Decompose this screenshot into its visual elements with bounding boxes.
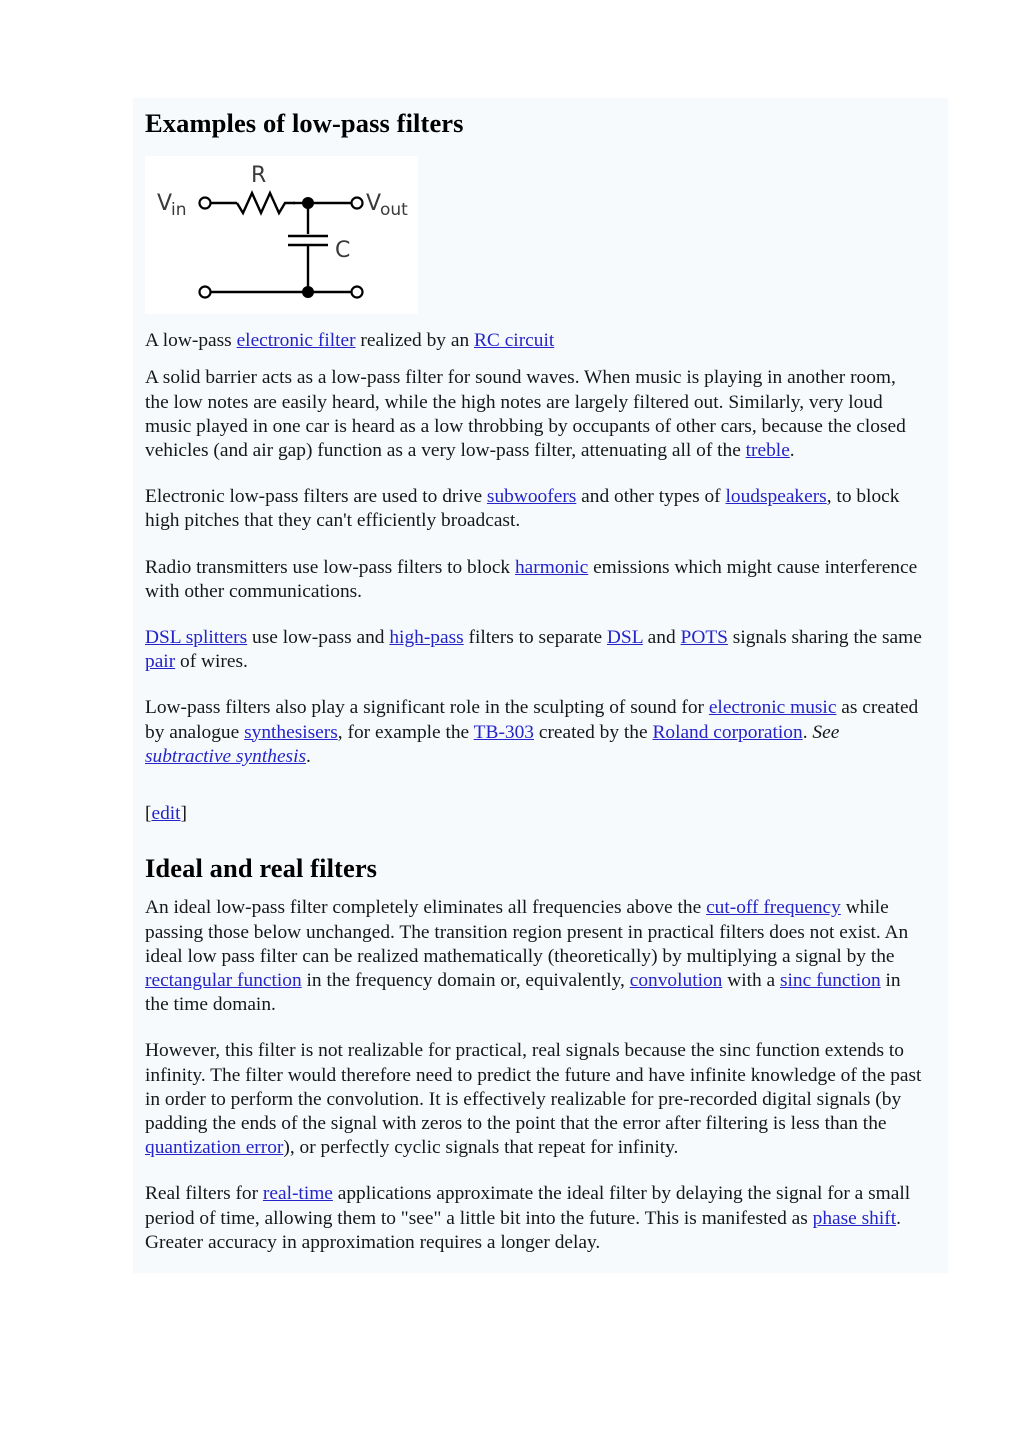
figure-caption: A low-pass electronic filter realized by… <box>133 314 948 355</box>
paragraph-solid-barrier: A solid barrier acts as a low-pass filte… <box>133 355 948 474</box>
vout-label-main: V <box>366 191 381 216</box>
link-quantization-error[interactable]: quantization error <box>145 1137 283 1158</box>
paragraph-real-filters: Real filters for real-time applications … <box>133 1171 948 1273</box>
paragraph-radio-transmitters: Radio transmitters use low-pass filters … <box>133 545 948 615</box>
page-title: Examples of low-pass filters <box>145 108 464 138</box>
para-text-1: Low-pass filters also play a significant… <box>145 697 709 719</box>
caption-text-1: A low-pass <box>145 330 237 352</box>
link-pair[interactable]: pair <box>145 651 175 672</box>
link-subwoofers[interactable]: subwoofers <box>487 486 576 507</box>
link-synthesisers[interactable]: synthesisers <box>244 722 338 743</box>
link-phase-shift[interactable]: phase shift <box>813 1208 896 1229</box>
caption-text-2: realized by an <box>355 330 474 352</box>
link-sinc-function[interactable]: sinc function <box>780 970 881 991</box>
resistor-label: R <box>251 163 266 188</box>
link-rectangular-function[interactable]: rectangular function <box>145 970 302 991</box>
para-text-6: . <box>306 745 311 767</box>
link-dsl[interactable]: DSL <box>607 627 643 648</box>
rc-low-pass-circuit-diagram: V in R V out C <box>157 163 408 299</box>
para-text-4: created by the <box>534 721 653 743</box>
para-text-4: signals sharing the same <box>727 626 922 648</box>
link-treble[interactable]: treble <box>746 440 790 461</box>
bottom-junction-node <box>302 286 314 299</box>
top-junction-node <box>302 197 314 210</box>
link-subtractive-synthesis[interactable]: subtractive synthesis <box>145 746 306 767</box>
vout-label-sub: out <box>380 200 408 220</box>
paragraph-however-not-realizable: However, this filter is not realizable f… <box>133 1028 948 1171</box>
paragraph-subwoofers: Electronic low-pass filters are used to … <box>133 474 948 544</box>
link-real-time[interactable]: real-time <box>263 1183 333 1204</box>
link-rc-circuit[interactable]: RC circuit <box>474 330 554 351</box>
link-dsl-splitters[interactable]: DSL splitters <box>145 627 247 648</box>
vin-terminal-icon <box>198 196 212 210</box>
para-text-2: filters to separate <box>463 626 607 648</box>
para-text-5: . <box>802 721 813 743</box>
see-text: See <box>812 721 840 743</box>
section-title-ideal-and-real-filters: Ideal and real filters <box>145 853 378 884</box>
para-text-3: in the frequency domain or, equivalently… <box>301 969 630 991</box>
para-text-5: of wires. <box>175 651 248 673</box>
vout-terminal-icon <box>350 196 364 210</box>
link-pots[interactable]: POTS <box>681 627 728 648</box>
paragraph-ideal-filter: An ideal low-pass filter completely elim… <box>133 885 948 1028</box>
para-text-2: and other types of <box>576 486 726 508</box>
para-text-2: ), or perfectly cyclic signals that repe… <box>283 1137 679 1159</box>
link-convolution[interactable]: convolution <box>630 970 723 991</box>
paragraph-electronic-music: Low-pass filters also play a significant… <box>133 685 948 780</box>
para-text-1: Electronic low-pass filters are used to … <box>145 486 487 508</box>
para-text-1: Radio transmitters use low-pass filters … <box>145 556 515 578</box>
para-text-4: with a <box>722 969 780 991</box>
link-loudspeakers[interactable]: loudspeakers <box>726 486 827 507</box>
link-tb-303[interactable]: TB-303 <box>474 722 534 743</box>
capacitor-label: C <box>335 238 350 263</box>
para-text-1: use low-pass and <box>247 626 390 648</box>
link-harmonic[interactable]: harmonic <box>515 557 588 578</box>
para-text-2: . <box>789 439 795 461</box>
para-text-1: Real filters for <box>145 1183 263 1205</box>
rc-circuit-figure: V in R V out C <box>145 156 418 315</box>
para-text-3: , for example the <box>337 721 474 743</box>
bottom-left-terminal-icon <box>198 285 212 299</box>
resistor-symbol-icon <box>235 190 295 217</box>
vin-label-sub: in <box>171 200 187 220</box>
link-roland-corporation[interactable]: Roland corporation <box>652 722 802 743</box>
link-edit-section[interactable]: edit <box>151 803 180 824</box>
para-text-1: However, this filter is not realizable f… <box>145 1040 922 1134</box>
bottom-right-terminal-icon <box>350 285 364 299</box>
para-text-3: and <box>642 626 681 648</box>
para-text-1: An ideal low-pass filter completely elim… <box>145 897 707 919</box>
edit-section-link-wrapper: [edit] <box>133 780 948 826</box>
vin-label-main: V <box>157 191 172 216</box>
paragraph-dsl-splitters: DSL splitters use low-pass and high-pass… <box>133 615 948 685</box>
link-cut-off-frequency[interactable]: cut-off frequency <box>706 897 841 918</box>
link-high-pass[interactable]: high-pass <box>389 627 463 648</box>
bracket-close: ] <box>180 802 188 824</box>
article-content: Examples of low-pass filters V in R V ou… <box>133 98 948 1273</box>
link-electronic-music[interactable]: electronic music <box>709 697 837 718</box>
link-electronic-filter[interactable]: electronic filter <box>237 330 356 351</box>
